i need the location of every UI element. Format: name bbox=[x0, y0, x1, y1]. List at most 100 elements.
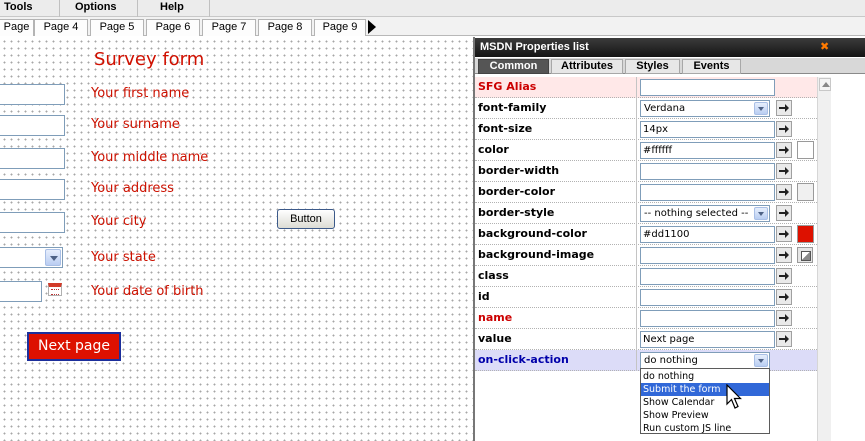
column-divider bbox=[636, 350, 637, 371]
insert-arrow-icon[interactable] bbox=[776, 247, 792, 263]
color-swatch[interactable] bbox=[797, 141, 814, 159]
city-label[interactable]: Your city bbox=[91, 214, 146, 229]
column-divider bbox=[636, 182, 637, 203]
prop-row-background-color: background-color #dd1100 bbox=[475, 224, 817, 245]
column-divider bbox=[636, 203, 637, 224]
insert-arrow-icon[interactable] bbox=[776, 289, 792, 305]
first-name-input[interactable] bbox=[0, 84, 65, 105]
tab-common[interactable]: Common bbox=[478, 59, 549, 74]
column-divider bbox=[636, 98, 637, 119]
next-tabs-arrow-icon[interactable] bbox=[368, 20, 376, 34]
prop-input-font-size[interactable]: 14px bbox=[640, 121, 775, 138]
insert-arrow-icon[interactable] bbox=[776, 142, 792, 158]
insert-arrow-icon[interactable] bbox=[776, 163, 792, 179]
address-label[interactable]: Your address bbox=[91, 181, 174, 196]
chevron-down-icon[interactable] bbox=[754, 354, 768, 367]
prop-input-border-color[interactable] bbox=[640, 184, 775, 201]
first-name-label[interactable]: Your first name bbox=[91, 86, 189, 101]
prop-input-value[interactable]: Next page bbox=[640, 331, 775, 348]
option-do-nothing[interactable]: do nothing bbox=[641, 370, 769, 383]
dob-label[interactable]: Your date of birth bbox=[91, 284, 204, 299]
prop-input-id[interactable] bbox=[640, 289, 775, 306]
generic-button[interactable]: Button bbox=[277, 209, 335, 229]
menu-options[interactable]: Options bbox=[75, 1, 117, 13]
state-label[interactable]: Your state bbox=[91, 250, 156, 265]
column-divider bbox=[636, 266, 637, 287]
prop-input-background-image[interactable] bbox=[640, 247, 775, 264]
prop-input-name[interactable] bbox=[640, 310, 775, 327]
prop-input-background-color[interactable]: #dd1100 bbox=[640, 226, 775, 243]
option-submit-form[interactable]: Submit the form bbox=[641, 383, 769, 396]
insert-arrow-icon[interactable] bbox=[776, 205, 792, 221]
column-divider bbox=[636, 308, 637, 329]
background-color-swatch[interactable] bbox=[797, 225, 814, 243]
next-page-button[interactable]: Next page bbox=[27, 332, 121, 361]
prop-row-border-style: border-style -- nothing selected -- bbox=[475, 203, 817, 224]
properties-panel: MSDN Properties list ✖ Common Attributes… bbox=[473, 37, 865, 441]
insert-arrow-icon[interactable] bbox=[776, 268, 792, 284]
address-input[interactable] bbox=[0, 179, 65, 200]
tab-page-9[interactable]: Page 9 bbox=[314, 19, 366, 36]
tab-page-5[interactable]: Page 5 bbox=[90, 19, 144, 36]
prop-select-border-style[interactable]: -- nothing selected -- bbox=[640, 205, 770, 222]
surname-input[interactable] bbox=[0, 115, 65, 136]
prop-row-class: class bbox=[475, 266, 817, 287]
tab-page-4[interactable]: Page 4 bbox=[34, 19, 88, 36]
tab-events[interactable]: Events bbox=[682, 59, 741, 74]
chevron-down-icon[interactable] bbox=[754, 102, 768, 115]
prop-select-on-click-action[interactable]: do nothing bbox=[640, 352, 770, 369]
properties-scrollbar[interactable] bbox=[817, 77, 831, 441]
on-click-action-options: do nothing Submit the form Show Calendar… bbox=[640, 368, 770, 434]
option-show-calendar[interactable]: Show Calendar bbox=[641, 396, 769, 409]
middle-name-label[interactable]: Your middle name bbox=[91, 150, 208, 165]
insert-arrow-icon[interactable] bbox=[776, 121, 792, 137]
prop-input-class[interactable] bbox=[640, 268, 775, 285]
close-icon[interactable]: ✖ bbox=[820, 39, 829, 54]
menu-tools[interactable]: Tools bbox=[4, 1, 33, 13]
menu-separator bbox=[59, 0, 60, 17]
prop-input-color[interactable]: #ffffff bbox=[640, 142, 775, 159]
column-divider bbox=[636, 140, 637, 161]
prop-input-sfg-alias[interactable] bbox=[640, 79, 775, 96]
image-picker-icon[interactable] bbox=[797, 247, 813, 263]
tab-page-3[interactable]: Page 3 bbox=[0, 19, 34, 48]
column-divider bbox=[636, 161, 637, 182]
insert-arrow-icon[interactable] bbox=[776, 331, 792, 347]
insert-arrow-icon[interactable] bbox=[776, 100, 792, 116]
prop-input-border-width[interactable] bbox=[640, 163, 775, 180]
column-divider bbox=[636, 245, 637, 266]
dob-input[interactable] bbox=[0, 281, 42, 302]
tab-page-7[interactable]: Page 7 bbox=[202, 19, 256, 36]
scroll-up-arrow-icon[interactable] bbox=[819, 78, 831, 91]
surname-label[interactable]: Your surname bbox=[91, 117, 180, 132]
column-divider bbox=[636, 119, 637, 140]
menu-help[interactable]: Help bbox=[160, 1, 184, 13]
prop-row-value: value Next page bbox=[475, 329, 817, 350]
chevron-down-icon[interactable] bbox=[754, 207, 768, 220]
insert-arrow-icon[interactable] bbox=[776, 226, 792, 242]
border-color-swatch[interactable] bbox=[797, 183, 814, 201]
tab-page-8[interactable]: Page 8 bbox=[258, 19, 312, 36]
tab-page-6[interactable]: Page 6 bbox=[146, 19, 200, 36]
option-run-custom-js[interactable]: Run custom JS line bbox=[641, 422, 769, 435]
prop-select-font-family[interactable]: Verdana bbox=[640, 100, 770, 117]
city-input[interactable] bbox=[0, 212, 65, 233]
chevron-down-icon[interactable] bbox=[45, 249, 61, 266]
insert-arrow-icon[interactable] bbox=[776, 184, 792, 200]
prop-value-on-click-action: do nothing bbox=[644, 355, 698, 366]
column-divider bbox=[636, 329, 637, 350]
column-divider bbox=[636, 224, 637, 245]
tab-attributes[interactable]: Attributes bbox=[551, 59, 623, 74]
option-show-preview[interactable]: Show Preview bbox=[641, 409, 769, 422]
design-canvas[interactable]: Survey form Your first name Your surname… bbox=[0, 37, 473, 441]
calendar-icon[interactable] bbox=[48, 283, 62, 296]
prop-row-color: color #ffffff bbox=[475, 140, 817, 161]
survey-title[interactable]: Survey form bbox=[94, 49, 204, 70]
tab-styles[interactable]: Styles bbox=[625, 59, 680, 74]
state-select[interactable] bbox=[0, 247, 63, 268]
properties-title: MSDN Properties list bbox=[480, 41, 589, 53]
prop-row-border-color: border-color bbox=[475, 182, 817, 203]
properties-titlebar[interactable]: MSDN Properties list bbox=[475, 38, 865, 57]
insert-arrow-icon[interactable] bbox=[776, 310, 792, 326]
middle-name-input[interactable] bbox=[0, 148, 65, 169]
